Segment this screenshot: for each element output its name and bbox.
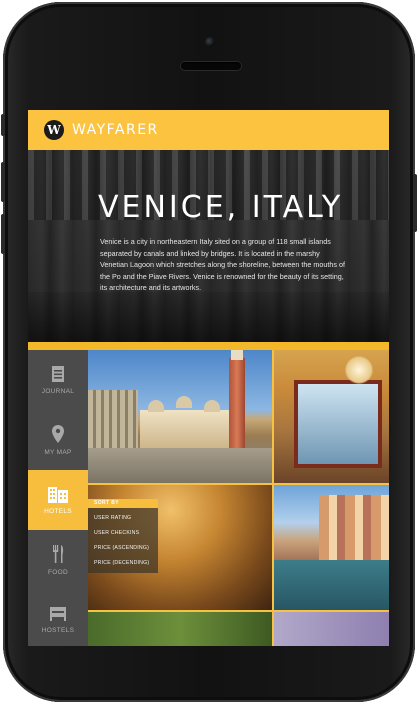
sort-option-price-descending[interactable]: PRICE (DECENDING) xyxy=(94,560,149,566)
app-screen: W WAYFARER VENICE, ITALY Venice is a cit… xyxy=(28,110,389,646)
photo-plaza xyxy=(88,448,272,483)
photo-campanile-top xyxy=(231,350,243,360)
nav-label-journal: JOURNAL xyxy=(41,388,75,395)
sort-dropdown: SORT BY USER RATING USER CHECKINS PRICE … xyxy=(88,499,158,573)
earpiece-speaker xyxy=(181,62,241,70)
photo-dome xyxy=(204,400,220,412)
nav-item-food[interactable]: FOOD xyxy=(28,530,88,590)
nav-label-hotels: HOTELS xyxy=(44,508,72,515)
photo-arcade xyxy=(88,390,138,450)
front-camera xyxy=(205,37,215,47)
sort-option-user-checkins[interactable]: USER CHECKINS xyxy=(94,530,139,536)
hotel-photo-st-marks-square[interactable] xyxy=(88,350,272,483)
sort-header: SORT BY xyxy=(88,499,158,508)
nav-label-my-map: MY MAP xyxy=(44,449,72,456)
city-description: Venice is a city in northeastern Italy s… xyxy=(100,237,345,293)
photo-canal-water xyxy=(274,560,389,610)
hostel-icon xyxy=(50,607,66,621)
volume-down-button xyxy=(1,214,5,254)
category-sidebar: JOURNAL MY MAP HOTELS FOOD HOSTELS xyxy=(28,350,88,646)
nav-label-food: FOOD xyxy=(48,569,68,576)
photo-chandelier xyxy=(344,356,374,384)
mute-switch xyxy=(1,114,5,136)
logo-icon[interactable]: W xyxy=(44,120,64,140)
nav-item-hostels[interactable]: HOSTELS xyxy=(28,590,88,646)
nav-item-my-map[interactable]: MY MAP xyxy=(28,410,88,470)
sort-option-user-rating[interactable]: USER RATING xyxy=(94,515,131,521)
fork-knife-icon xyxy=(53,545,64,563)
photo-window xyxy=(294,380,382,468)
photo-campanile xyxy=(229,358,245,448)
app-name[interactable]: WAYFARER xyxy=(72,122,159,138)
logo-letter: W xyxy=(47,123,61,137)
hotel-photo-garden[interactable] xyxy=(88,612,272,646)
sort-option-price-ascending[interactable]: PRICE (ASCENDING) xyxy=(94,545,149,551)
journal-icon xyxy=(52,366,64,382)
hotel-photo-ballroom[interactable] xyxy=(274,350,389,483)
hotel-photo-grand-canal[interactable] xyxy=(274,485,389,610)
power-button xyxy=(413,174,417,232)
sort-title: SORT BY xyxy=(94,500,120,506)
nav-item-journal[interactable]: JOURNAL xyxy=(28,350,88,410)
nav-label-hostels: HOSTELS xyxy=(41,627,75,634)
map-pin-icon xyxy=(52,425,64,443)
nav-item-hotels[interactable]: HOTELS xyxy=(28,470,88,530)
photo-canal-buildings xyxy=(319,495,389,565)
section-divider xyxy=(28,342,389,350)
photo-dome xyxy=(148,400,164,412)
hero-banner: VENICE, ITALY Venice is a city in northe… xyxy=(28,150,389,342)
app-header: W WAYFARER xyxy=(28,110,389,150)
hotel-photo-wisteria[interactable] xyxy=(274,612,389,646)
volume-up-button xyxy=(1,162,5,202)
photo-dome xyxy=(176,396,192,408)
photo-basilica xyxy=(140,410,230,448)
hero-background-canal xyxy=(28,292,389,342)
hotel-building-icon xyxy=(48,487,68,503)
city-title: VENICE, ITALY xyxy=(98,190,344,225)
